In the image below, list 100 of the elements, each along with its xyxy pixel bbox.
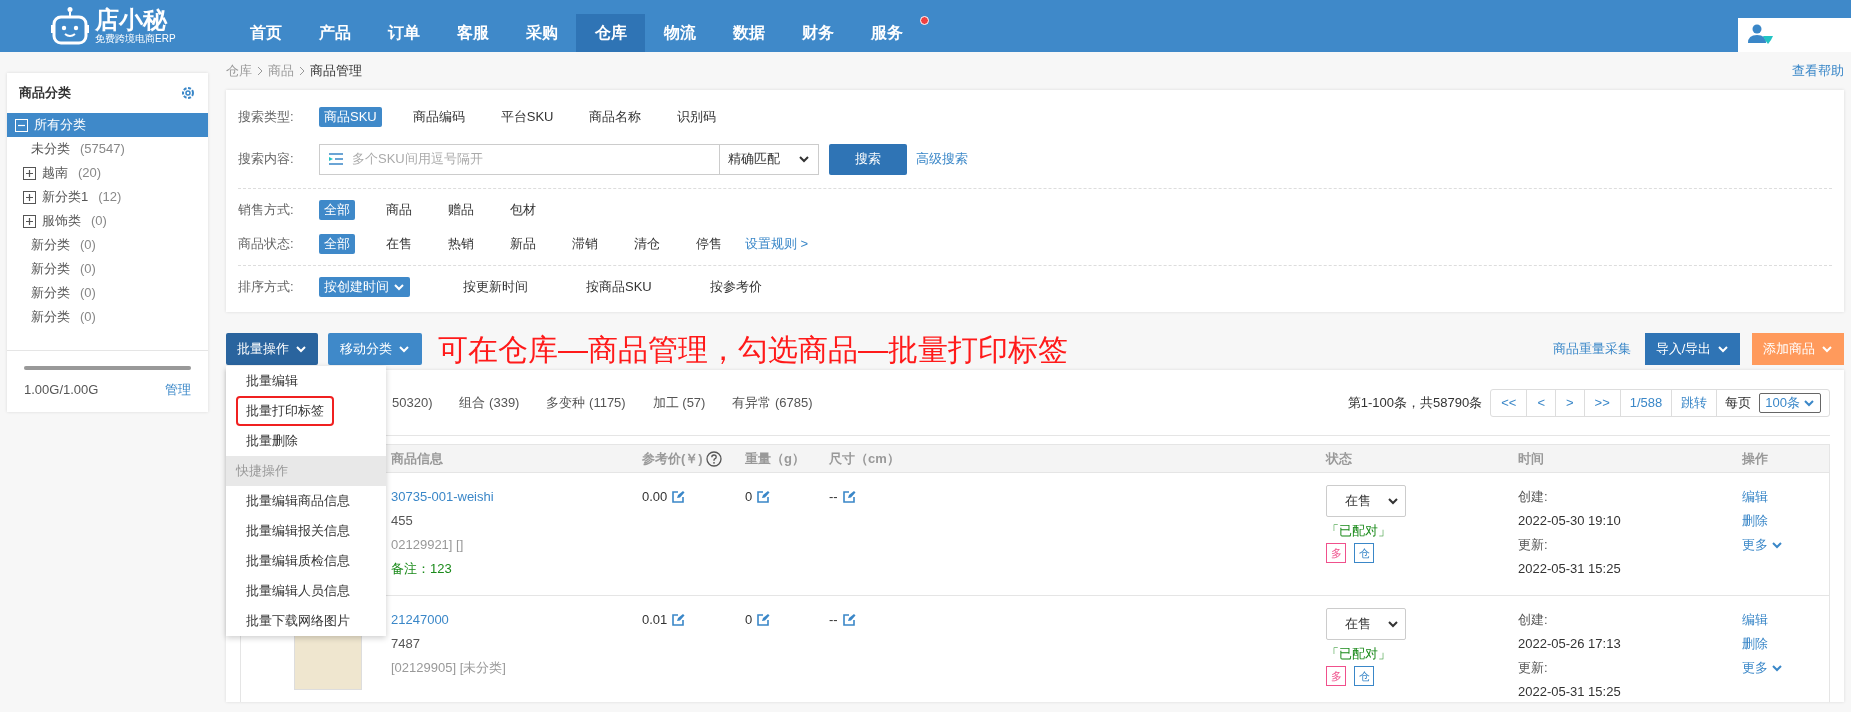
panel-title: 商品分类 (19, 84, 71, 103)
sku-link[interactable]: 21247000 (391, 608, 642, 632)
breadcrumb-link[interactable]: 商品管理 (310, 61, 362, 81)
filter-option[interactable]: 商品名称 (584, 107, 647, 127)
list-icon (328, 152, 344, 166)
manage-link[interactable]: 管理 (165, 380, 191, 400)
search-field[interactable]: 多个SKU间用逗号隔开 精确匹配 (319, 143, 819, 175)
filter-option[interactable]: 新品 (505, 234, 541, 254)
category-item[interactable]: 新分类 (0) (7, 233, 208, 257)
import-export-button[interactable]: 导入/导出 (1645, 333, 1740, 365)
page-button[interactable]: << (1491, 389, 1528, 416)
bulk-actions-button[interactable]: 批量操作 (226, 333, 318, 365)
filter-tab[interactable]: 50320) (392, 392, 433, 413)
action-link[interactable]: 删除 (1742, 632, 1768, 656)
rules-link[interactable]: 设置规则 > (745, 234, 809, 254)
time-value: 2022-05-26 17:13 (1518, 635, 1622, 653)
menu-item[interactable]: 批量编辑商品信息 (236, 486, 360, 516)
filter-option[interactable]: 商品编码 (407, 107, 470, 127)
menu-section-title: 快捷操作 (226, 456, 386, 486)
nav-tab[interactable]: 采购 (507, 14, 576, 52)
action-link[interactable]: 删除 (1742, 509, 1768, 533)
nav-tab[interactable]: 首页 (231, 14, 300, 52)
move-category-button[interactable]: 移动分类 (328, 333, 422, 365)
filter-option[interactable]: 滞销 (567, 234, 603, 254)
category-item[interactable]: 新分类 (0) (7, 281, 208, 305)
category-item[interactable]: 新分类 (0) (7, 305, 208, 329)
menu-item[interactable]: 批量删除 (236, 426, 308, 456)
filter-option[interactable]: 平台SKU (495, 107, 559, 127)
filter-option[interactable]: 在售 (381, 234, 417, 254)
time-value: 2022-05-30 19:10 (1518, 512, 1622, 530)
category-name: 新分类 (31, 284, 70, 303)
search-button[interactable]: 搜索 (829, 143, 907, 175)
nav-tab[interactable]: 物流 (645, 14, 714, 52)
filter-option[interactable]: 按创建时间 (319, 277, 410, 297)
filter-option[interactable]: 停售 (691, 234, 727, 254)
nav-tab[interactable]: 客服 (438, 14, 507, 52)
paired-status: 「已配对」 (1326, 522, 1391, 540)
advanced-search-link[interactable]: 高级搜索 (916, 149, 968, 169)
nav-tab[interactable]: 数据 (714, 14, 783, 52)
page-button[interactable]: >> (1584, 389, 1621, 416)
time-value: 2022-05-31 15:25 (1518, 683, 1622, 701)
filter-option[interactable]: 热销 (443, 234, 479, 254)
sku-link[interactable]: 30735-001-weishi (391, 485, 642, 509)
category-item[interactable]: 所有分类 (7, 113, 208, 137)
page-button[interactable]: > (1555, 389, 1585, 416)
nav-tab[interactable]: 订单 (369, 14, 438, 52)
filter-option[interactable]: 按参考价 (704, 277, 767, 297)
page-button[interactable]: < (1527, 389, 1556, 416)
filter-option[interactable]: 商品 (381, 200, 417, 220)
product-note: 备注：123 (391, 560, 453, 578)
filter-tab[interactable]: 组合 (339) (459, 392, 520, 413)
jump-button[interactable]: 跳转 (1672, 389, 1718, 416)
filter-option[interactable]: 按更新时间 (458, 277, 533, 297)
filter-tab[interactable]: 多变种 (1175) (546, 392, 626, 413)
menu-item[interactable]: 批量编辑人员信息 (236, 576, 360, 606)
filter-option[interactable]: 商品SKU (319, 107, 382, 127)
menu-item[interactable]: 批量编辑报关信息 (236, 516, 360, 546)
tag: 仓 (1354, 666, 1374, 686)
match-select[interactable]: 精确匹配 (719, 144, 818, 174)
tag: 多 (1326, 543, 1346, 563)
filter-option[interactable]: 全部 (319, 234, 355, 254)
more-link[interactable]: 更多 (1742, 533, 1783, 557)
menu-item[interactable]: 批量打印标签 (236, 396, 334, 426)
menu-item[interactable]: 批量编辑 (236, 366, 308, 396)
filter-option[interactable]: 包材 (505, 200, 541, 220)
action-link[interactable]: 编辑 (1742, 608, 1768, 632)
robot-logo-icon (51, 6, 89, 46)
category-item[interactable]: 新分类 (0) (7, 257, 208, 281)
nav-tab[interactable]: 财务 (783, 14, 852, 52)
status-select[interactable]: 在售 (1326, 485, 1406, 517)
filter-tab[interactable]: 有异常 (6785) (732, 392, 813, 413)
nav-tab[interactable]: 仓库 (576, 14, 645, 52)
edit-icon (841, 613, 856, 627)
filter-option[interactable]: 清仓 (629, 234, 665, 254)
more-link[interactable]: 更多 (1742, 656, 1783, 680)
filter-option[interactable]: 按商品SKU (581, 277, 657, 297)
filter-option[interactable]: 赠品 (443, 200, 479, 220)
column-header: 参考价(￥) (642, 449, 703, 468)
logo-name: 店小秘 (95, 8, 169, 32)
filter-option[interactable]: 全部 (319, 200, 355, 220)
menu-item[interactable]: 批量下载网络图片 (236, 606, 360, 636)
filter-option[interactable]: 识别码 (672, 107, 722, 127)
category-item[interactable]: 服饰类 (0) (7, 209, 208, 233)
status-select[interactable]: 在售 (1326, 608, 1406, 640)
nav-tab[interactable]: 服务 (852, 14, 921, 52)
action-link[interactable]: 编辑 (1742, 485, 1768, 509)
filter-tab[interactable]: 加工 (57) (652, 392, 706, 413)
settings-icon (180, 85, 196, 101)
category-item[interactable]: 新分类1 (12) (7, 185, 208, 209)
product-detail: 02129921] [] (391, 536, 465, 554)
cell-value: 0 (745, 611, 753, 629)
nav-tab[interactable]: 产品 (300, 14, 369, 52)
cell-value: 0.01 (642, 611, 668, 629)
edit-icon (671, 490, 686, 504)
help-link[interactable]: 查看帮助 (1792, 61, 1844, 81)
page-size-select[interactable]: 100条 (1759, 392, 1821, 413)
category-item[interactable]: 未分类 (57547) (7, 137, 208, 161)
menu-item[interactable]: 批量编辑质检信息 (236, 546, 360, 576)
weight-collect-link[interactable]: 商品重量采集 (1553, 339, 1631, 359)
category-item[interactable]: 越南 (20) (7, 161, 208, 185)
